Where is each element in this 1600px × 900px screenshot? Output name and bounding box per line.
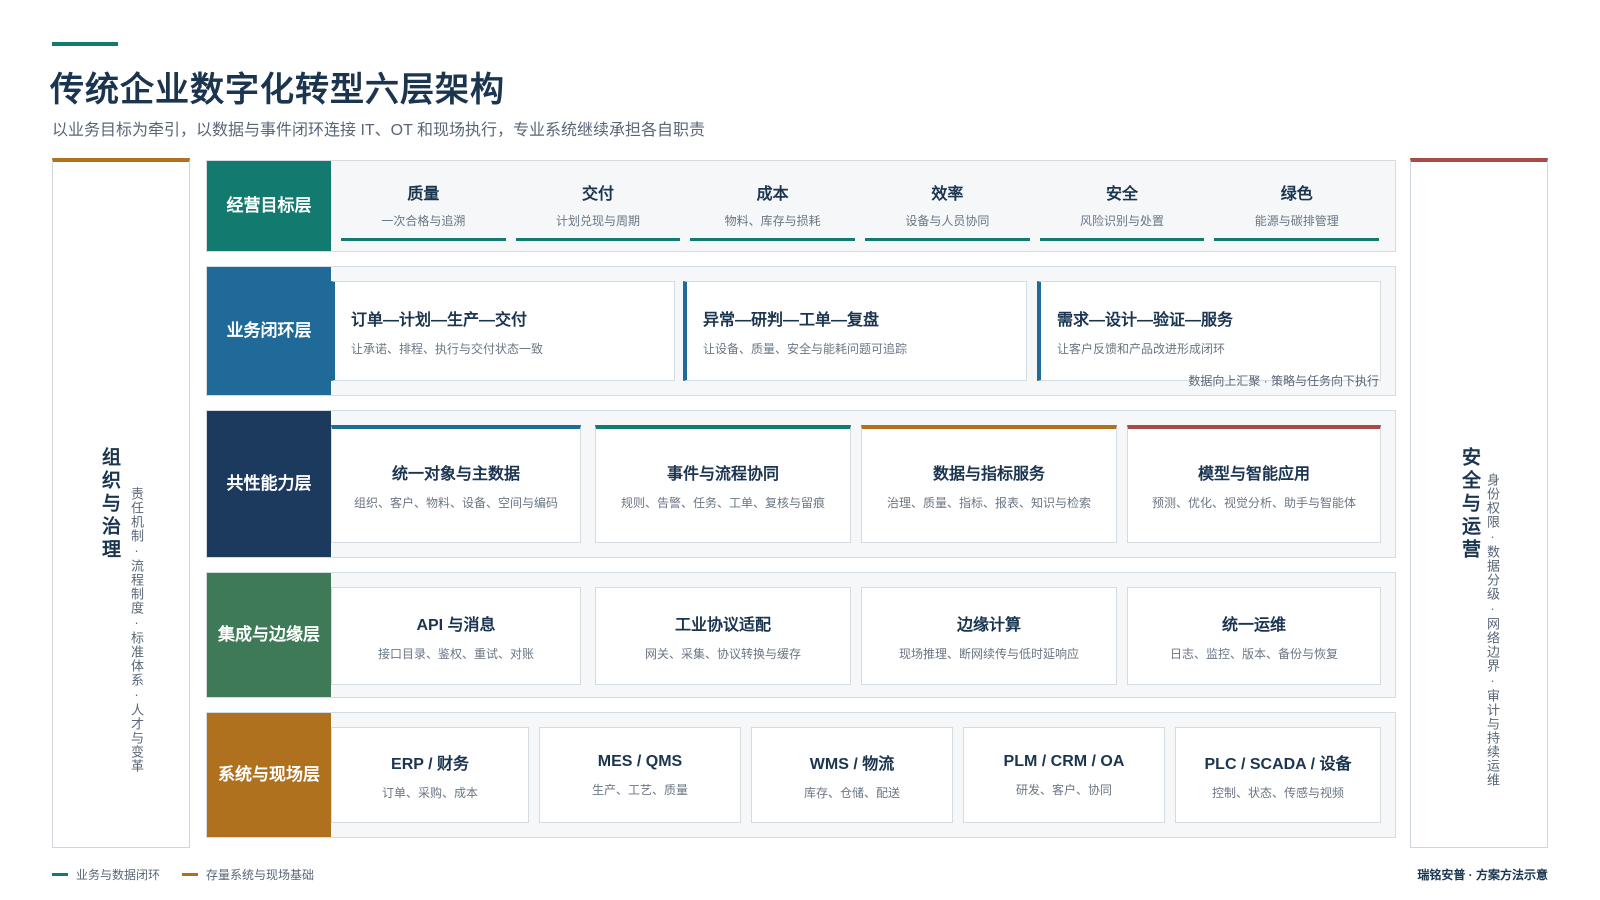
- goal-item: 成本物料、库存与损耗: [690, 171, 856, 241]
- card-desc: 让设备、质量、安全与能耗问题可追踪: [703, 341, 908, 356]
- loop-note: 数据向上汇聚 · 策略与任务向下执行: [1188, 374, 1379, 388]
- security-panel: 安全与运营 身份权限·数据分级·网络边界·审计与持续运维: [1410, 158, 1548, 848]
- layer-systems-field: 系统与现场层 ERP / 财务 订单、采购、成本 MES / QMS 生产、工艺…: [206, 712, 1396, 838]
- legend-item: 业务与数据闭环: [52, 866, 160, 883]
- card-title: 模型与智能应用: [1197, 466, 1310, 483]
- governance-desc: 责任机制·流程制度·标准体系·人才与变革: [129, 486, 144, 773]
- card-title: 异常—研判—工单—复盘: [703, 311, 880, 329]
- page-subtitle: 以业务目标为牵引，以数据与事件闭环连接 IT、OT 和现场执行，专业系统继续承担…: [52, 122, 706, 139]
- legend-swatch: [52, 873, 68, 876]
- card-title: 需求—设计—验证—服务: [1057, 311, 1234, 329]
- card-desc: 库存、仓储、配送: [803, 785, 900, 800]
- card-title: 数据与指标服务: [932, 466, 1045, 483]
- goal-desc: 计划兑现与周期: [556, 214, 641, 228]
- integration-card: 统一运维 日志、监控、版本、备份与恢复: [1127, 587, 1381, 685]
- card-title: PLM / CRM / OA: [1003, 752, 1125, 770]
- system-card: PLC / SCADA / 设备 控制、状态、传感与视频: [1175, 727, 1381, 823]
- card-desc: 网关、采集、协议转换与缓存: [644, 646, 801, 661]
- layer-label: 业务闭环层: [207, 267, 331, 395]
- card-desc: 接口目录、鉴权、重试、对账: [377, 646, 534, 661]
- layer-label: 集成与边缘层: [207, 573, 331, 697]
- loop-card: 需求—设计—验证—服务 让客户反馈和产品改进形成闭环: [1037, 281, 1381, 381]
- layer-label: 系统与现场层: [207, 713, 331, 837]
- brand-footer: 瑞铭安普 · 方案方法示意: [1417, 868, 1548, 882]
- system-card: WMS / 物流 库存、仓储、配送: [751, 727, 953, 823]
- card-title: PLC / SCADA / 设备: [1204, 755, 1352, 773]
- card-desc: 规则、告警、任务、工单、复核与留痕: [620, 496, 825, 510]
- layer-label: 共性能力层: [207, 411, 331, 557]
- card-title: WMS / 物流: [809, 755, 895, 773]
- layer-shared-capabilities: 共性能力层 统一对象与主数据 组织、客户、物料、设备、空间与编码 事件与流程协同…: [206, 410, 1396, 558]
- layer-business-loops: 业务闭环层 订单—计划—生产—交付 让承诺、排程、执行与交付状态一致 异常—研判…: [206, 266, 1396, 396]
- system-card: ERP / 财务 订单、采购、成本: [331, 727, 529, 823]
- goal-item: 交付 计划兑现与周期: [515, 171, 681, 241]
- goal-item: 质量 一次合格与追溯: [341, 171, 506, 241]
- goal-title: 效率: [931, 186, 964, 203]
- governance-panel: 组织与治理 责任机制·流程制度·标准体系·人才与变革: [52, 158, 190, 848]
- card-desc: 组织、客户、物料、设备、空间与编码: [353, 496, 558, 510]
- card-desc: 订单、采购、成本: [381, 785, 478, 800]
- integration-card: 工业协议适配 网关、采集、协议转换与缓存: [595, 587, 851, 685]
- card-desc: 控制、状态、传感与视频: [1211, 785, 1344, 800]
- card-desc: 让客户反馈和产品改进形成闭环: [1057, 341, 1226, 356]
- card-title: 边缘计算: [956, 616, 1021, 634]
- legend: 业务与数据闭环 存量系统与现场基础: [52, 866, 314, 883]
- card-desc: 日志、监控、版本、备份与恢复: [1169, 646, 1338, 661]
- capability-card: 统一对象与主数据 组织、客户、物料、设备、空间与编码: [331, 425, 581, 543]
- legend-item: 存量系统与现场基础: [182, 866, 314, 883]
- legend-label: 存量系统与现场基础: [206, 868, 315, 882]
- capability-card: 数据与指标服务 治理、质量、指标、报表、知识与检索: [861, 425, 1117, 543]
- layer-integration-edge: 集成与边缘层 API 与消息 接口目录、鉴权、重试、对账 工业协议适配 网关、采…: [206, 572, 1396, 698]
- card-desc: 现场推理、断网续传与低时延响应: [898, 646, 1079, 661]
- goal-title: 交付: [582, 186, 615, 203]
- integration-card: 边缘计算 现场推理、断网续传与低时延响应: [861, 587, 1117, 685]
- loop-card: 异常—研判—工单—复盘 让设备、质量、安全与能耗问题可追踪: [683, 281, 1027, 381]
- card-title: 工业协议适配: [674, 616, 771, 634]
- card-desc: 预测、优化、视觉分析、助手与智能体: [1151, 496, 1356, 510]
- card-title: 统一运维: [1221, 616, 1286, 634]
- card-desc: 生产、工艺、质量: [591, 782, 688, 797]
- loop-card: 订单—计划—生产—交付 让承诺、排程、执行与交付状态一致: [331, 281, 675, 381]
- system-card: MES / QMS 生产、工艺、质量: [539, 727, 741, 823]
- card-title: 订单—计划—生产—交付: [351, 311, 528, 329]
- page-title: 传统企业数字化转型六层架构: [50, 71, 505, 109]
- card-title: 统一对象与主数据: [391, 466, 520, 483]
- goal-desc: 物料、库存与损耗: [724, 214, 821, 228]
- goal-item: 绿色 能源与碳排管理: [1214, 171, 1380, 241]
- capability-card: 事件与流程协同 规则、告警、任务、工单、复核与留痕: [595, 425, 851, 543]
- card-desc: 让承诺、排程、执行与交付状态一致: [351, 341, 544, 356]
- title-accent-bar: [52, 42, 118, 46]
- governance-title: 组织与治理: [99, 447, 120, 562]
- goal-item: 安全 风险识别与处置: [1039, 171, 1205, 241]
- card-desc: 研发、客户、协同: [1015, 782, 1112, 797]
- card-desc: 治理、质量、指标、报表、知识与检索: [886, 496, 1091, 510]
- card-title: MES / QMS: [597, 752, 683, 770]
- goal-item: 效率 设备与人员协同: [865, 171, 1030, 241]
- legend-swatch: [182, 873, 199, 876]
- goal-desc: 风险识别与处置: [1080, 214, 1165, 228]
- system-card: PLM / CRM / OA 研发、客户、协同: [963, 727, 1165, 823]
- goal-desc: 设备与人员协同: [905, 214, 990, 228]
- goal-title: 安全: [1106, 186, 1139, 203]
- card-title: API 与消息: [416, 616, 496, 634]
- goal-desc: 一次合格与追溯: [381, 214, 466, 228]
- goal-title: 质量: [407, 186, 440, 203]
- card-title: ERP / 财务: [391, 755, 469, 773]
- integration-card: API 与消息 接口目录、鉴权、重试、对账: [331, 587, 581, 685]
- goal-desc: 能源与碳排管理: [1254, 214, 1339, 228]
- layer-label: 经营目标层: [207, 161, 331, 251]
- capability-card: 模型与智能应用 预测、优化、视觉分析、助手与智能体: [1127, 425, 1381, 543]
- goal-title: 绿色: [1280, 186, 1313, 203]
- goal-title: 成本: [756, 186, 789, 203]
- layer-business-goals: 经营目标层 质量一次合格与追溯 交付计划兑现与周期 成本物料、库存与损耗 效率设…: [206, 160, 1396, 252]
- legend-label: 业务与数据闭环: [76, 868, 161, 882]
- security-title: 安全与运营: [1459, 447, 1480, 562]
- security-desc: 身份权限·数据分级·网络边界·审计与持续运维: [1485, 472, 1500, 787]
- card-title: 事件与流程协同: [666, 466, 779, 483]
